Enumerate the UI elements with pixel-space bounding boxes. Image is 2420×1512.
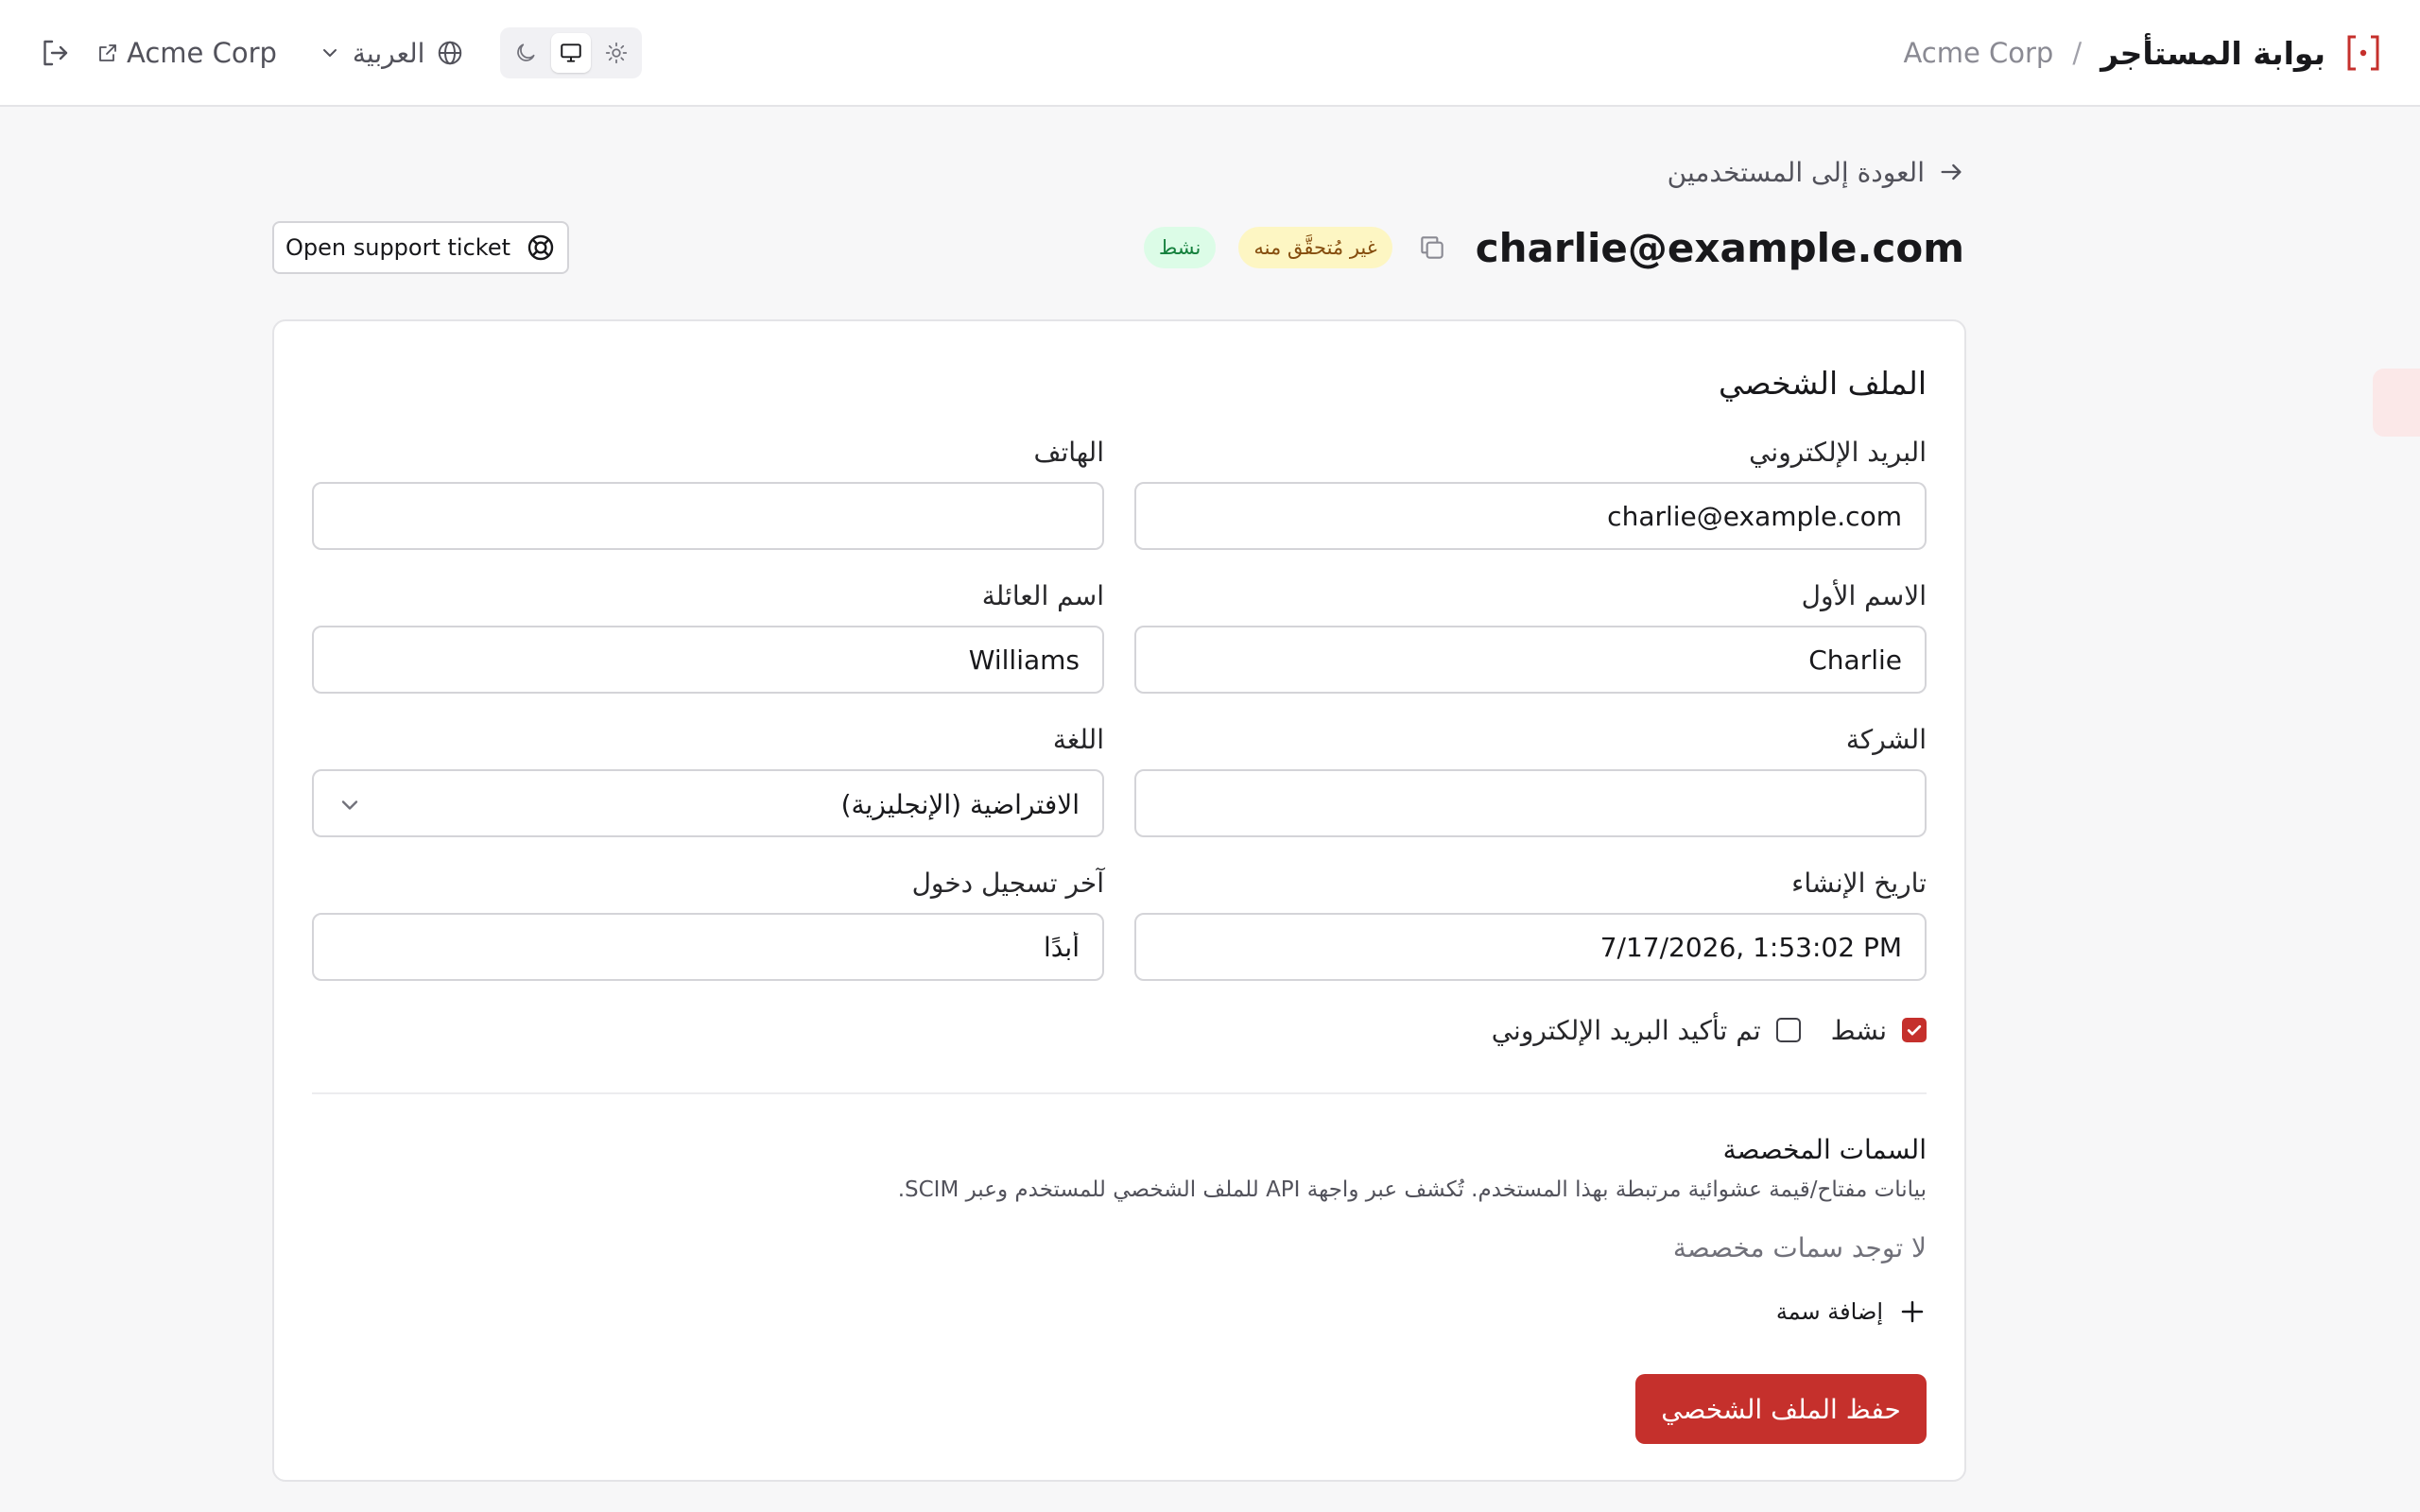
created-at-label: تاريخ الإنشاء (1791, 868, 1927, 899)
custom-attributes-title: السمات المخصصة (1722, 1134, 1927, 1165)
language-select-label: اللغة (1052, 724, 1104, 755)
copy-icon[interactable] (1417, 232, 1447, 263)
brand: بوابة المستأجر / Acme Corp (1903, 25, 2382, 81)
save-profile-label: حفظ الملف الشخصي (1661, 1393, 1901, 1425)
company-label: الشركة (1845, 724, 1927, 755)
last-login-label: آخر تسجيل دخول (911, 868, 1104, 899)
toolbar: Acme Corp العربية (38, 25, 643, 81)
support-button-label: Open support ticket (285, 234, 510, 261)
add-attribute-label: إضافة سمة (1775, 1298, 1883, 1325)
profile-section-title: الملف الشخصي (1719, 365, 1927, 402)
add-attribute-button[interactable]: إضافة سمة (1776, 1293, 1927, 1331)
custom-attributes-empty-state: لا توجد سمات مخصصة (1672, 1232, 1927, 1263)
user-header: charlie@example.com غير مُتحقَّق منه نشط (1143, 219, 1964, 276)
custom-attributes-description: بيانات مفتاح/قيمة عشوائية مرتبطة بهذا ال… (897, 1177, 1927, 1202)
save-profile-button[interactable]: حفظ الملف الشخصي (1635, 1374, 1927, 1444)
breadcrumb-separator: / (2072, 37, 2083, 69)
back-to-users-link[interactable]: العودة إلى المستخدمين (1668, 151, 1964, 193)
org-external-link[interactable]: Acme Corp (96, 37, 277, 69)
active-checkbox-label: نشط (1830, 1014, 1887, 1046)
page-title: charlie@example.com (1475, 224, 1964, 271)
created-at-field[interactable] (1134, 913, 1927, 981)
open-support-ticket-button[interactable]: Open support ticket (272, 221, 569, 274)
language-select-value: الافتراضية (الإنجليزية) (840, 789, 1080, 820)
org-link-label: Acme Corp (127, 37, 277, 69)
theme-dark-button[interactable] (506, 33, 545, 73)
active-status-badge: نشط (1143, 227, 1217, 268)
theme-light-button[interactable] (596, 33, 636, 73)
active-checkbox[interactable] (1902, 1018, 1927, 1042)
last-login-field[interactable] (312, 913, 1104, 981)
last-name-label: اسم العائلة (981, 580, 1104, 611)
side-drawer-tab[interactable] (2373, 369, 2420, 437)
email-field[interactable] (1134, 482, 1927, 550)
profile-card: الملف الشخصي البريد الإلكتروني الهاتف ال… (272, 319, 1966, 1482)
theme-toggle-group (500, 27, 643, 78)
chevron-down-icon (322, 49, 337, 57)
phone-field[interactable] (312, 482, 1104, 550)
language-select[interactable]: الافتراضية (الإنجليزية) (312, 769, 1104, 837)
email-verified-checkbox[interactable] (1775, 1018, 1801, 1042)
language-switcher[interactable]: العربية (319, 38, 465, 69)
breadcrumb-org[interactable]: Acme Corp (1903, 37, 2053, 69)
back-link-label: العودة إلى المستخدمين (1667, 156, 1925, 188)
arrow-right-icon (1941, 163, 1962, 180)
chevron-down-icon (341, 800, 358, 810)
bracket-logo-icon (2347, 35, 2379, 71)
section-divider (312, 1092, 1927, 1094)
email-label: البريد الإلكتروني (1749, 437, 1927, 468)
unverified-badge: غير مُتحقَّق منه (1238, 227, 1392, 268)
external-link-icon (99, 44, 116, 61)
first-name-field[interactable] (1134, 626, 1927, 694)
moon-icon (517, 43, 535, 61)
top-bar: بوابة المستأجر / Acme Corp Acme Corp الع… (0, 0, 2420, 107)
lifebuoy-icon (527, 234, 554, 261)
company-field[interactable] (1134, 769, 1927, 837)
theme-system-button[interactable] (551, 33, 592, 73)
monitor-icon (561, 43, 582, 62)
logout-icon[interactable] (38, 36, 72, 70)
first-name-label: الاسم الأول (1801, 580, 1927, 611)
phone-label: الهاتف (1033, 437, 1104, 468)
globe-icon (439, 41, 462, 65)
checkmark-icon (1907, 1024, 1922, 1036)
sun-icon (606, 42, 628, 64)
status-checkboxes: نشط تم تأكيد البريد الإلكتروني (1492, 1011, 1927, 1049)
last-name-field[interactable] (312, 626, 1104, 694)
language-label: العربية (352, 37, 425, 69)
plus-icon (1901, 1300, 1924, 1323)
app-title: بوابة المستأجر (2100, 34, 2325, 72)
email-verified-checkbox-label: تم تأكيد البريد الإلكتروني (1491, 1014, 1761, 1046)
